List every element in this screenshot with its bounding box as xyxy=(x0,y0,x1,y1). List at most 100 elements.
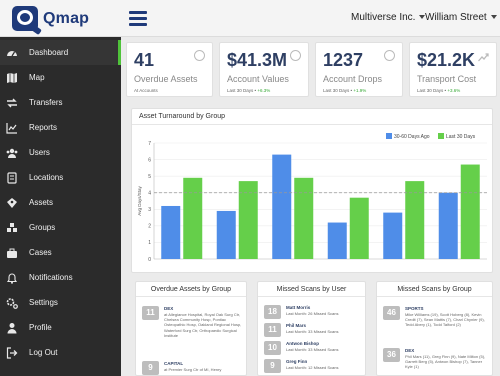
sidebar: Dashboard Map Transfers Reports Users Lo… xyxy=(0,37,121,376)
item-name: Phil Mars xyxy=(286,323,307,328)
y-axis-label: Avg Days/Stay xyxy=(137,186,142,216)
item-detail: Last Month: 33 Missed Scans xyxy=(286,347,339,352)
sidebar-item-label: Settings xyxy=(29,298,58,307)
qmap-logo-icon xyxy=(12,6,42,36)
assets-icon xyxy=(6,197,18,209)
sidebar-item-label: Assets xyxy=(29,198,54,207)
dashboard-icon xyxy=(6,47,18,59)
stat-subtext: Last 30 Days • +3.6% xyxy=(417,88,461,93)
sidebar-item-logout[interactable]: Log Out xyxy=(0,340,121,365)
list-item[interactable]: 9 Greg Finn Last Month: 12 Missed Scans xyxy=(264,359,361,374)
reports-icon xyxy=(6,122,18,134)
divider xyxy=(258,296,365,297)
count-badge: 10 xyxy=(264,341,281,355)
user-icon xyxy=(6,322,18,334)
logout-icon xyxy=(6,346,18,359)
item-name: CAPITAL xyxy=(164,361,184,366)
sidebar-item-label: Reports xyxy=(29,123,58,132)
sidebar-item-reports[interactable]: Reports xyxy=(0,115,121,140)
bar-previous xyxy=(327,222,347,259)
sidebar-item-cases[interactable]: Cases xyxy=(0,240,121,265)
stat-card-account-values[interactable]: $41.3M Account Values Last 30 Days • +6.… xyxy=(219,42,309,97)
overdue-assets-by-group-panel: Overdue Assets by Group 11 DEX at Allegi… xyxy=(135,281,247,376)
item-name: DEX xyxy=(164,306,174,311)
sidebar-item-profile[interactable]: Profile xyxy=(0,315,121,340)
sidebar-item-transfers[interactable]: Transfers xyxy=(0,90,121,115)
bar-current xyxy=(294,177,314,259)
count-badge: 36 xyxy=(383,348,400,362)
bar-previous xyxy=(216,210,236,259)
company-select[interactable]: Multiverse Inc. xyxy=(351,12,426,23)
brand-name: Qmap xyxy=(43,9,90,27)
item-detail: at Allegiance Hospital, Royal Oak Surg C… xyxy=(164,312,242,338)
bar-previous xyxy=(161,205,181,259)
stat-label: Transport Cost xyxy=(417,74,477,84)
count-badge: 46 xyxy=(383,306,400,320)
sidebar-item-locations[interactable]: Locations xyxy=(0,165,121,190)
sidebar-item-label: Profile xyxy=(29,323,52,332)
list-item[interactable]: 11 Phil Mars Last Month: 33 Missed Scans xyxy=(264,323,361,338)
list-item[interactable]: 46 SPORTS Mike Williams (19), Scott Hobe… xyxy=(383,306,488,340)
list-item[interactable]: 10 Antwon Bishop Last Month: 33 Missed S… xyxy=(264,341,361,356)
bar-current xyxy=(349,197,369,259)
sidebar-item-notifications[interactable]: Notifications xyxy=(0,265,121,290)
list-item[interactable]: 18 Matt Morris Last Month: 26 Missed Sca… xyxy=(264,305,361,320)
sidebar-item-label: Dashboard xyxy=(29,48,69,57)
legend-swatch xyxy=(438,133,444,139)
y-tick-label: 4 xyxy=(148,191,151,197)
clock-icon xyxy=(194,50,205,61)
sidebar-item-label: Transfers xyxy=(29,98,63,107)
count-badge: 11 xyxy=(142,306,159,320)
bar-previous xyxy=(383,212,403,259)
stat-card-transport-cost[interactable]: $21.2K Transport Cost Last 30 Days • +3.… xyxy=(409,42,497,97)
map-icon xyxy=(6,72,18,84)
item-detail: Mike Williams (19), Scott Hoberg (8), Ke… xyxy=(405,312,485,328)
clock-icon xyxy=(290,50,301,61)
panel-title: Overdue Assets by Group xyxy=(150,286,232,293)
stat-value: 1237 xyxy=(323,50,364,70)
y-tick-label: 6 xyxy=(148,157,151,163)
gear-icon xyxy=(6,297,18,309)
cases-icon xyxy=(6,247,18,259)
stat-subtext: Last 30 Days • +6.3% xyxy=(227,88,271,93)
item-name: DEX xyxy=(405,348,415,353)
y-tick-label: 0 xyxy=(148,257,151,263)
bell-icon xyxy=(6,272,18,284)
stat-label: Overdue Assets xyxy=(134,74,198,84)
list-item[interactable]: 9 CAPITAL at Premier Surg Ctr of MI, Hen… xyxy=(142,361,242,375)
company-select-label: Multiverse Inc. xyxy=(351,12,416,23)
top-bar: Qmap Multiverse Inc. William Street xyxy=(0,0,500,37)
item-name: Matt Morris xyxy=(286,305,311,310)
stat-card-overdue-assets[interactable]: 41 Overdue Assets At Accounts xyxy=(126,42,213,97)
sidebar-item-groups[interactable]: Groups xyxy=(0,215,121,240)
list-item[interactable]: 36 DEX Phil Mars (11), Greg Finn (9), Na… xyxy=(383,348,488,376)
sidebar-item-map[interactable]: Map xyxy=(0,65,121,90)
panel-title: Missed Scans by Group xyxy=(397,286,472,293)
chevron-down-icon xyxy=(490,15,497,20)
y-tick-label: 5 xyxy=(148,174,151,180)
stat-card-account-drops[interactable]: 1237 Account Drops Last 30 Days • +1.9% xyxy=(315,42,403,97)
legend-label: 30-60 Days Ago xyxy=(394,134,430,140)
sidebar-item-dashboard[interactable]: Dashboard xyxy=(0,40,121,65)
count-badge: 18 xyxy=(264,305,281,319)
bar-previous xyxy=(272,154,292,259)
stat-subtext: Last 30 Days • +1.9% xyxy=(323,88,367,93)
y-tick-label: 3 xyxy=(148,207,151,213)
bar-chart: 0 1 2 3 4 5 6 7 Avg Days/Stay 30-60 Days Ago Last … xyxy=(137,133,487,263)
count-badge: 9 xyxy=(264,359,281,373)
item-name: SPORTS xyxy=(405,306,424,311)
sidebar-item-users[interactable]: Users xyxy=(0,140,121,165)
list-item[interactable]: 11 DEX at Allegiance Hospital, Royal Oak… xyxy=(142,306,242,342)
y-tick-label: 2 xyxy=(148,224,151,230)
sidebar-item-label: Users xyxy=(29,148,50,157)
location-select[interactable]: William Street xyxy=(425,12,497,23)
groups-icon xyxy=(6,222,18,234)
chart-panel: Asset Turnaround by Group 0 1 2 3 4 5 6 7 Avg Da… xyxy=(131,108,493,273)
sidebar-item-assets[interactable]: Assets xyxy=(0,190,121,215)
sidebar-item-settings[interactable]: Settings xyxy=(0,290,121,315)
stat-label: Account Drops xyxy=(323,74,383,84)
sidebar-item-label: Cases xyxy=(29,248,52,257)
location-select-label: William Street xyxy=(425,12,487,23)
brand-logo[interactable]: Qmap xyxy=(12,6,90,36)
menu-toggle-icon[interactable] xyxy=(129,11,147,26)
